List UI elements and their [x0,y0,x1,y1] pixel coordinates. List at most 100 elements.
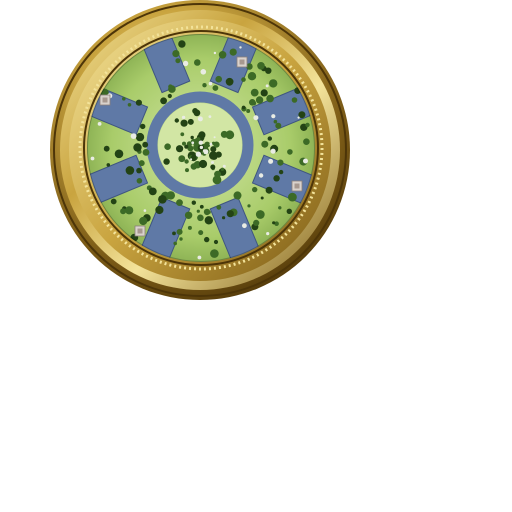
tree [267,136,272,141]
tree [215,151,222,158]
tree [288,192,297,202]
tree [213,239,219,245]
tree [286,208,292,214]
tree [176,199,183,207]
tree [135,99,142,106]
tree [178,155,186,163]
tree [164,143,171,150]
tree [175,58,181,64]
building-left[interactable] [99,94,111,106]
rock-patch [270,148,276,154]
tree [265,67,272,74]
tree [190,155,197,162]
tree [241,105,246,110]
rock-patch [266,232,270,236]
tree [142,141,149,148]
tree [215,75,222,83]
tree [216,204,222,210]
rock-patch [303,158,308,164]
rock-patch [143,209,147,212]
tree [272,221,276,225]
tree [207,210,211,214]
tree [257,62,265,70]
rock-patch [209,142,213,146]
tree [127,103,132,107]
rock-patch [200,69,207,75]
tree [220,130,228,138]
tree [225,77,234,86]
tree [197,214,204,222]
tree [148,187,157,196]
rock-patch [97,122,102,126]
tree [303,138,310,145]
tree [125,206,134,215]
rock-patch [208,115,212,118]
rock-patch [242,223,247,229]
tree [114,149,124,159]
building-bottom-left[interactable] [134,225,146,237]
tree [190,135,194,140]
tree [106,163,111,167]
tree [255,96,264,104]
tree [269,79,278,88]
tree [273,119,278,124]
tree [213,141,220,148]
tree [278,206,282,210]
rock-patch [213,51,217,55]
tree [291,97,298,103]
tree [212,85,219,91]
rock-patch [197,116,203,122]
rock-patch [190,158,193,161]
tree [138,160,145,167]
tree [260,196,264,200]
tree [278,169,284,175]
tree [187,225,192,230]
tree [210,164,216,170]
tree [155,205,164,215]
rock-patch [253,115,259,121]
tree [273,175,280,182]
tree [135,132,145,142]
tree [191,200,196,205]
tree [133,143,142,152]
tree [255,210,265,219]
rock-patch [268,158,274,164]
rock-patch [197,255,202,260]
tree [176,145,184,153]
tree [266,94,274,103]
tree [172,50,180,58]
rock-patch [211,161,214,164]
tree [261,140,269,148]
rock-patch [271,114,276,119]
tree [136,167,142,174]
tree [182,141,186,146]
tree [180,132,185,137]
tree [122,97,126,101]
building-right[interactable] [291,180,303,192]
rock-patch [213,136,216,139]
rock-patch [90,156,95,161]
tree [180,119,188,127]
tree [210,249,219,258]
tree [214,170,222,178]
tree [246,109,251,113]
rock-patch [181,115,186,120]
rock-patch [199,145,204,150]
tree [103,145,110,152]
tree [136,178,143,184]
rock-patch [222,164,226,168]
rock-patch [198,140,203,145]
tree [192,108,199,114]
tree [140,123,146,130]
tree [179,237,183,241]
tree [305,122,310,128]
tree [125,166,135,175]
tree [241,77,246,82]
tree [196,209,200,213]
tree [265,186,273,194]
tree [251,101,257,106]
rock-patch [258,173,264,178]
building-top-right[interactable] [236,56,248,68]
tree [184,211,193,219]
minimap[interactable] [0,0,512,512]
